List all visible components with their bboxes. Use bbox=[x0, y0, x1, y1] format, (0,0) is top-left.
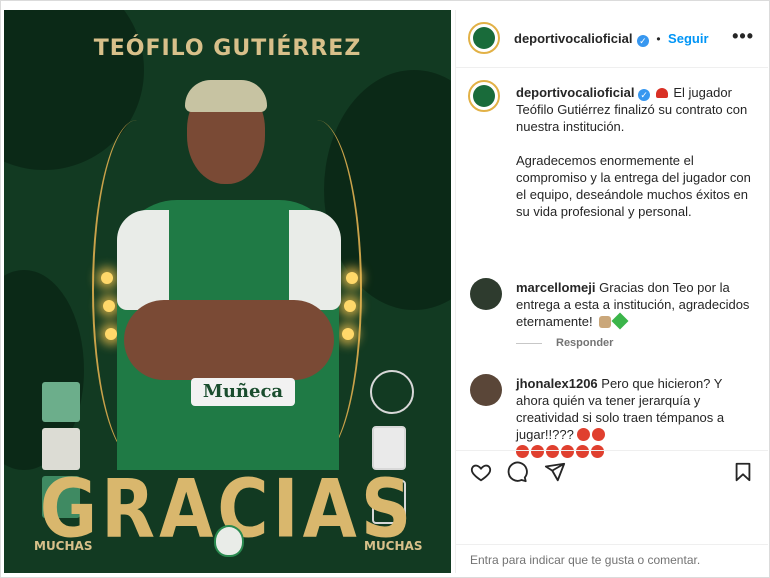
glow-light bbox=[344, 300, 356, 312]
jersey-sleeve-right bbox=[289, 210, 341, 310]
post-dialog: TEÓFILO GUTIÉRREZ Muñeca GRACIAS MUCHAS … bbox=[0, 0, 770, 578]
comment: jhonalex1206 Pero que hicieron? Y ahora … bbox=[516, 375, 756, 460]
club-crest-icon bbox=[214, 525, 244, 557]
glow-light bbox=[346, 272, 358, 284]
player-hair bbox=[185, 80, 267, 112]
angry-face-emoji-icon bbox=[592, 428, 606, 441]
comment-username[interactable]: marcellomeji bbox=[516, 280, 596, 295]
reply-button[interactable]: Responder bbox=[556, 337, 613, 349]
post-caption: deportivocalioficial ✓ El jugador Teófil… bbox=[516, 84, 756, 220]
glow-light bbox=[342, 328, 354, 340]
club-logo-icon bbox=[473, 27, 495, 49]
bookmark-icon[interactable] bbox=[732, 461, 754, 483]
post-header: deportivocalioficial ✓ • Seguir ••• bbox=[456, 10, 768, 68]
club-logo-icon bbox=[473, 85, 495, 107]
anniversary-logo-icon bbox=[370, 370, 414, 414]
glow-light bbox=[103, 300, 115, 312]
caption-text-2: Agradecemos enormemente el compromiso y … bbox=[516, 153, 751, 219]
header-username[interactable]: deportivocalioficial bbox=[514, 31, 632, 46]
green-heart-emoji-icon bbox=[611, 312, 629, 330]
verified-badge-icon: ✓ bbox=[636, 35, 649, 47]
muchas-right: MUCHAS bbox=[364, 539, 423, 553]
jersey-sleeve-left bbox=[117, 210, 169, 310]
send-icon[interactable] bbox=[544, 461, 566, 483]
jersey-sponsor: Muñeca bbox=[191, 378, 295, 406]
muchas-left: MUCHAS bbox=[34, 539, 93, 553]
separator-dot: • bbox=[656, 32, 661, 46]
player-crossed-arms bbox=[124, 300, 334, 380]
glow-light bbox=[101, 272, 113, 284]
like-prompt: Entra para indicar que te gusta o coment… bbox=[456, 544, 768, 573]
header-user-row: deportivocalioficial ✓ • Seguir bbox=[514, 30, 709, 48]
comment-icon[interactable] bbox=[506, 461, 528, 483]
comment-username[interactable]: jhonalex1206 bbox=[516, 376, 598, 391]
verified-badge-icon: ✓ bbox=[638, 89, 651, 101]
post-image[interactable]: TEÓFILO GUTIÉRREZ Muñeca GRACIAS MUCHAS … bbox=[4, 10, 451, 573]
follow-button[interactable]: Seguir bbox=[668, 31, 708, 46]
glow-light bbox=[105, 328, 117, 340]
player-name-title: TEÓFILO GUTIÉRREZ bbox=[93, 36, 362, 61]
praying-hands-emoji-icon bbox=[599, 316, 612, 328]
profile-avatar[interactable] bbox=[468, 22, 500, 54]
enter-key-hint[interactable]: Entra bbox=[470, 553, 499, 567]
post-sidebar: deportivocalioficial ✓ • Seguir ••• depo… bbox=[455, 10, 768, 573]
comment: marcellomeji Gracias don Teo por la entr… bbox=[516, 279, 756, 330]
post-actions-bar bbox=[456, 450, 768, 488]
commenter-avatar[interactable] bbox=[470, 374, 502, 406]
like-prompt-text: para indicar que te gusta o comentar. bbox=[502, 553, 701, 567]
caption-avatar[interactable] bbox=[468, 80, 500, 112]
heart-icon[interactable] bbox=[470, 461, 492, 483]
siren-emoji-icon bbox=[655, 88, 668, 98]
commenter-avatar[interactable] bbox=[470, 278, 502, 310]
angry-face-emoji-icon bbox=[577, 428, 591, 441]
caption-username[interactable]: deportivocalioficial bbox=[516, 85, 634, 100]
more-horizontal-icon[interactable]: ••• bbox=[732, 26, 754, 47]
badge-c-icon bbox=[42, 382, 80, 422]
reply-divider bbox=[516, 343, 542, 344]
